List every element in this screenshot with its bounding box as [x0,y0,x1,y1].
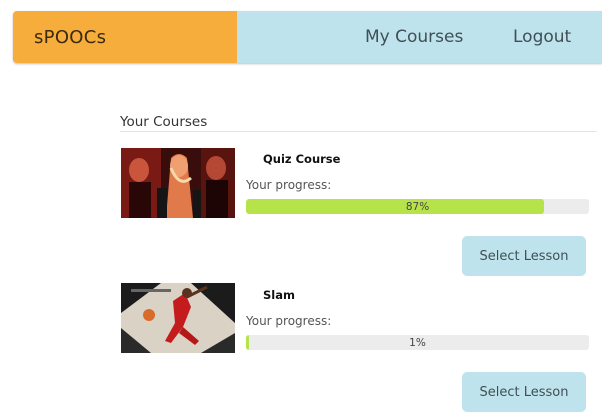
section-title: Your Courses [120,114,208,130]
nav-links: My Courses Logout [237,11,602,63]
course-title[interactable]: Slam [263,288,295,302]
select-lesson-button[interactable]: Select Lesson [462,236,586,276]
course-thumbnail-quiz[interactable] [121,148,235,218]
section-divider [120,131,597,132]
nav-my-courses-link[interactable]: My Courses [365,11,463,63]
progress-label: Your progress: [246,178,332,192]
progress-bar: 1% [246,335,589,350]
select-lesson-button[interactable]: Select Lesson [462,372,586,412]
progress-bar: 87% [246,199,589,214]
brand-logo[interactable]: sPOOCs [13,11,237,63]
progress-label: Your progress: [246,314,332,328]
top-navbar: sPOOCs My Courses Logout [13,11,602,63]
progress-percent-text: 87% [405,200,430,213]
course-thumbnail-slam[interactable] [121,283,235,353]
nav-logout-link[interactable]: Logout [513,11,571,63]
progress-percent-text: 1% [409,336,426,349]
course-title[interactable]: Quiz Course [263,152,340,166]
